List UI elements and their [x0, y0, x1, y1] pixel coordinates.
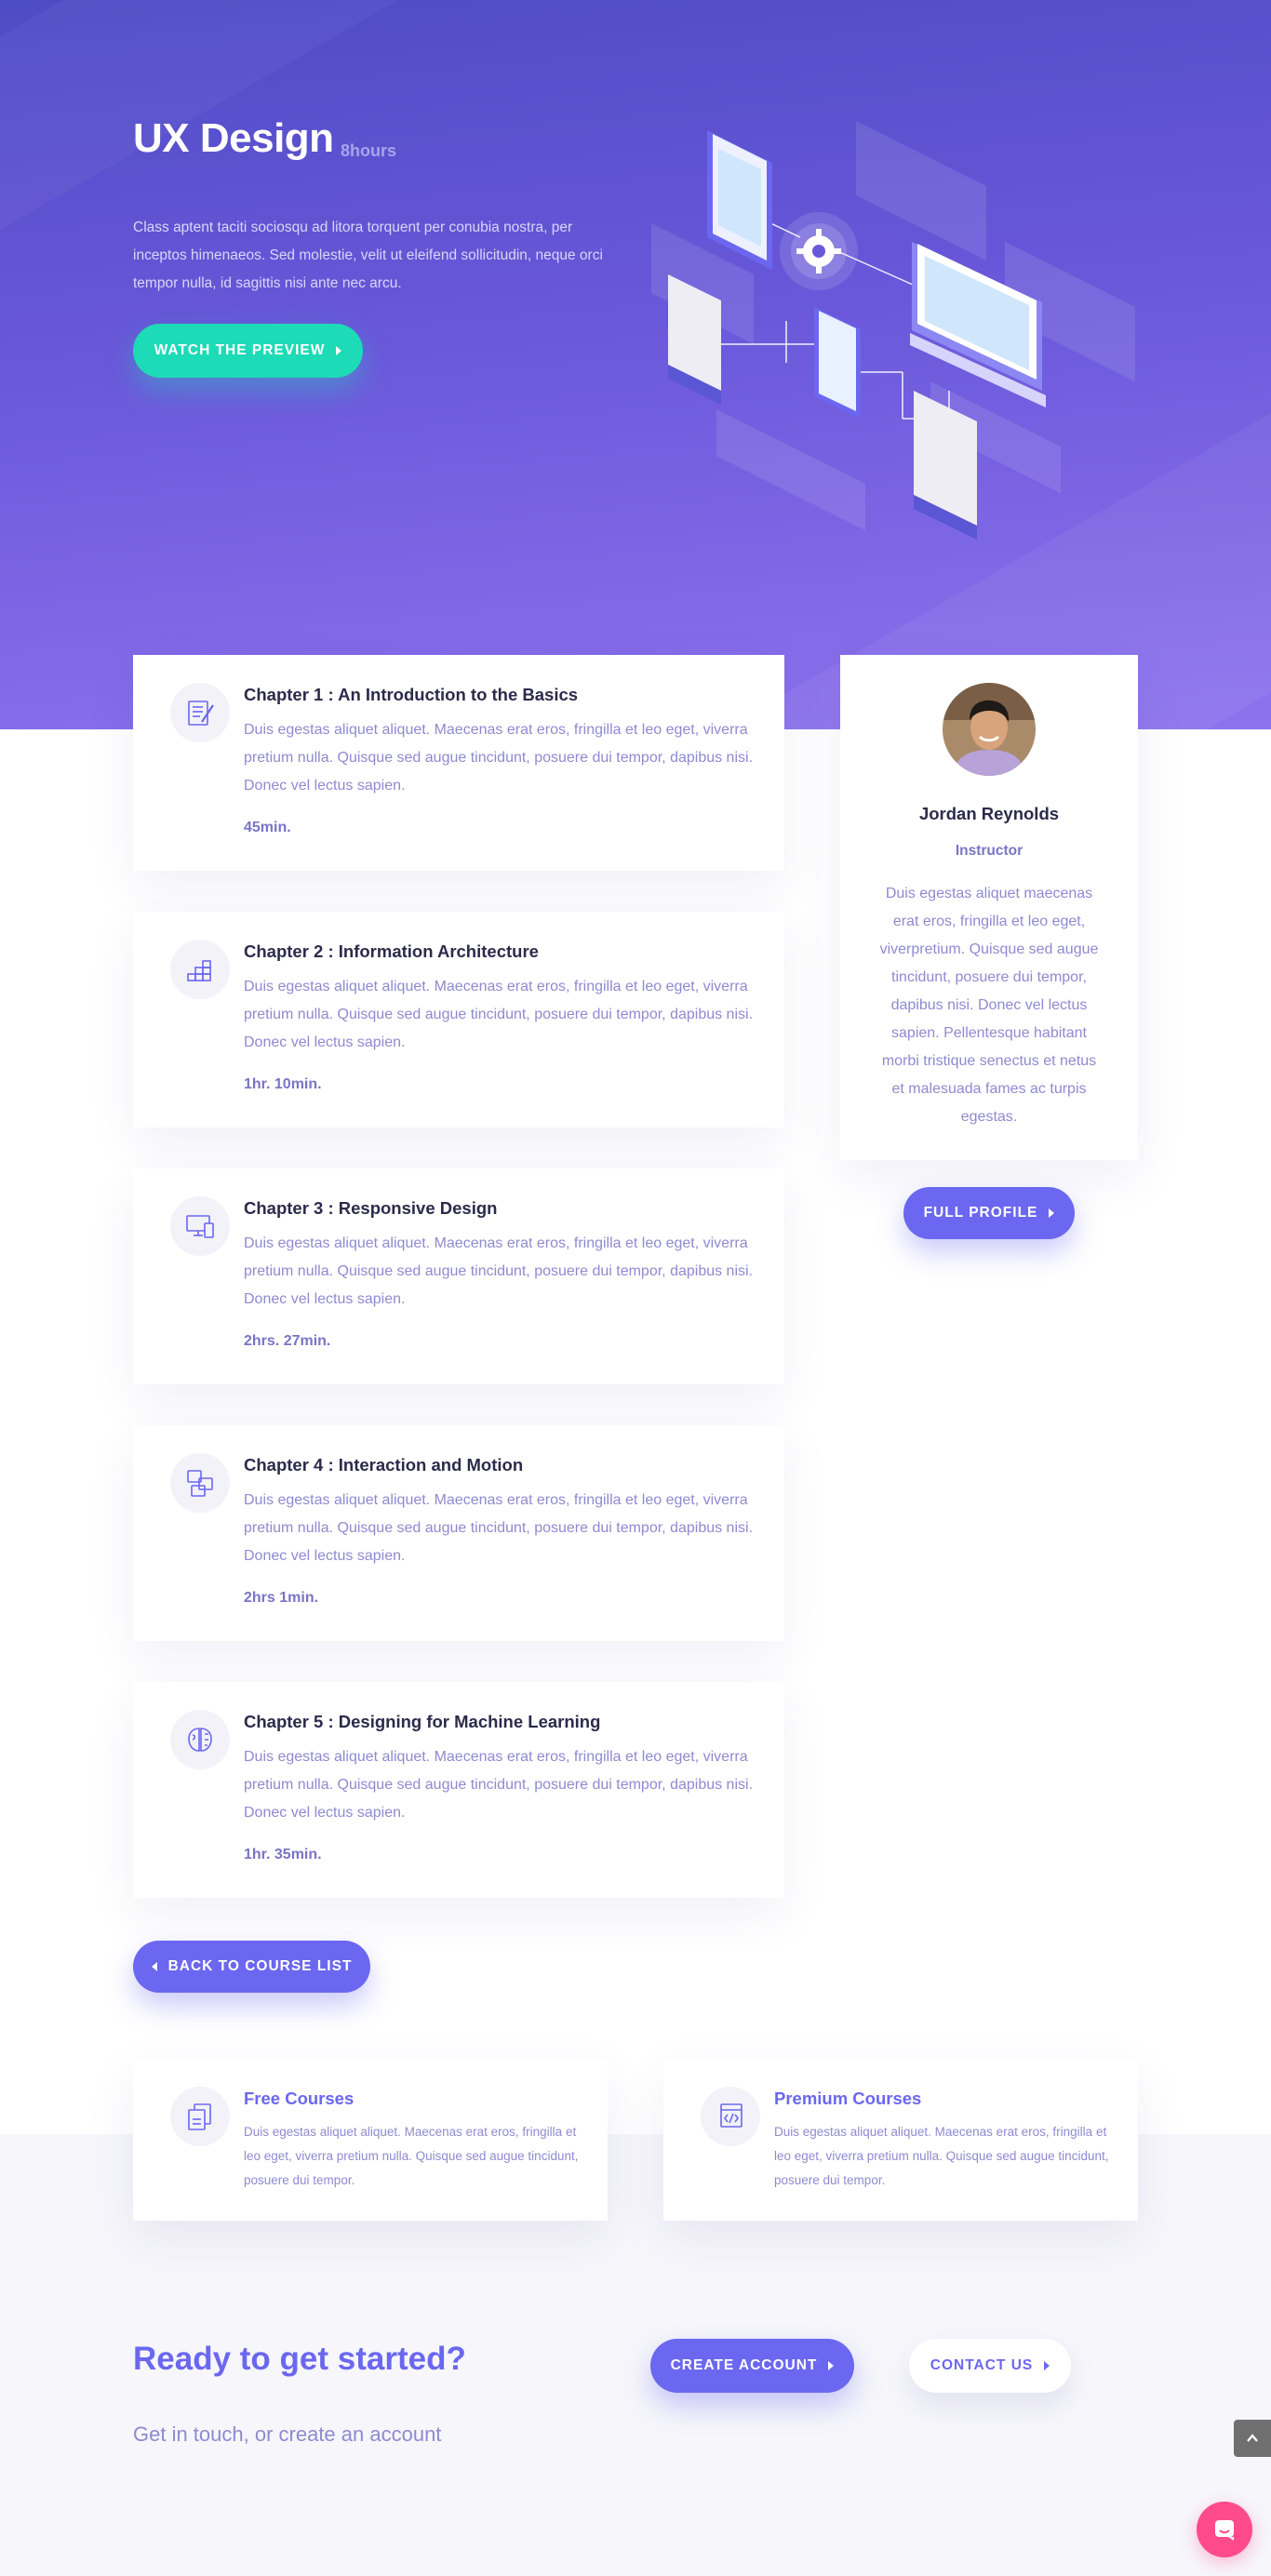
course-type-icon	[701, 2087, 760, 2146]
free-courses-card[interactable]: Free Courses Duis egestas aliquet alique…	[133, 2059, 608, 2221]
caret-right-icon	[1049, 1208, 1055, 1218]
brain-icon	[188, 1728, 212, 1752]
course-title: UX Design	[133, 115, 334, 161]
course-type-icon	[170, 2087, 230, 2146]
chapter-card[interactable]: Chapter 1 : An Introduction to the Basic…	[133, 655, 784, 871]
scroll-to-top-button[interactable]	[1234, 2420, 1271, 2457]
chapter-card[interactable]: Chapter 3 : Responsive Design Duis egest…	[133, 1168, 784, 1384]
chapter-description: Duis egestas aliquet aliquet. Maecenas e…	[244, 1492, 754, 1564]
chapter-duration: 2hrs 1min.	[244, 1590, 319, 1606]
chapter-description: Duis egestas aliquet aliquet. Maecenas e…	[244, 1749, 754, 1821]
back-to-course-list-label: Back to Course List	[167, 1958, 353, 1974]
instructor-name: Jordan Reynolds	[918, 804, 1060, 823]
course-hours: 8hours	[341, 141, 397, 160]
chapter-icon	[170, 1710, 230, 1769]
chapter-description: Duis egestas aliquet aliquet. Maecenas e…	[244, 979, 754, 1050]
course-description: Class aptent taciti sociosqu ad litora t…	[133, 220, 603, 291]
instructor-card: Jordan Reynolds Instructor Duis egestas …	[840, 655, 1138, 1160]
avatar	[943, 683, 1036, 776]
checklist-pencil-icon	[188, 701, 214, 726]
premium-courses-card[interactable]: Premium Courses Duis egestas aliquet ali…	[663, 2059, 1138, 2221]
caret-right-icon	[1044, 2361, 1050, 2370]
chapter-title: Chapter 5 : Designing for Machine Learni…	[244, 1712, 601, 1731]
instructor-photo	[943, 683, 1036, 776]
chapter-duration: 1hr. 10min.	[244, 1076, 322, 1092]
chapter-icon	[170, 940, 230, 999]
caret-right-icon	[828, 2361, 835, 2370]
course-type-title: Free Courses	[244, 2089, 355, 2108]
chapter-title: Chapter 3 : Responsive Design	[244, 1198, 498, 1218]
chapter-card[interactable]: Chapter 2 : Information Architecture Dui…	[133, 912, 784, 1128]
chat-icon	[1215, 2520, 1234, 2541]
full-profile-label: Full Profile	[923, 1205, 1038, 1221]
create-account-button[interactable]: Create Account	[650, 2339, 854, 2393]
chapter-title: Chapter 2 : Information Architecture	[244, 941, 539, 961]
instructor-role: Instructor	[955, 843, 1023, 859]
create-account-label: Create Account	[670, 2357, 818, 2373]
cta-subtitle: Get in touch, or create an account	[133, 2423, 442, 2446]
chapter-icon	[170, 1196, 230, 1256]
watch-preview-label: Watch the Preview	[154, 342, 326, 358]
cta-title: Ready to get started?	[133, 2341, 466, 2377]
blocks-stack-icon	[187, 960, 211, 981]
chat-launcher-button[interactable]	[1197, 2502, 1252, 2557]
contact-us-button[interactable]: Contact Us	[909, 2339, 1071, 2393]
back-to-course-list-button[interactable]: Back to Course List	[133, 1941, 370, 1993]
chapter-card[interactable]: Chapter 4 : Interaction and Motion Duis …	[133, 1425, 784, 1641]
course-type-title: Premium Courses	[774, 2089, 922, 2108]
documents-icon	[188, 2103, 211, 2130]
watch-preview-button[interactable]: Watch the Preview	[133, 324, 363, 378]
caret-right-icon	[336, 346, 342, 355]
code-window-icon	[720, 2103, 743, 2128]
devices-icon	[186, 1215, 214, 1238]
chapter-duration: 45min.	[244, 820, 291, 835]
chapter-title: Chapter 1 : An Introduction to the Basic…	[244, 685, 579, 704]
chapter-card[interactable]: Chapter 5 : Designing for Machine Learni…	[133, 1682, 784, 1898]
course-type-description: Duis egestas aliquet aliquet. Maecenas e…	[244, 2125, 579, 2187]
chapter-description: Duis egestas aliquet aliquet. Maecenas e…	[244, 1235, 754, 1307]
instructor-bio: Duis egestas aliquet maecenas erat eros,…	[879, 886, 1099, 1125]
caret-left-icon	[151, 1962, 157, 1971]
ux-design-illustration	[651, 121, 1135, 540]
chapter-title: Chapter 4 : Interaction and Motion	[244, 1455, 524, 1475]
contact-us-label: Contact Us	[930, 2357, 1034, 2373]
chapter-description: Duis egestas aliquet aliquet. Maecenas e…	[244, 722, 754, 794]
chapter-icon	[170, 1453, 230, 1513]
chapter-icon	[170, 683, 230, 742]
chapter-duration: 1hr. 35min.	[244, 1847, 322, 1862]
chevron-up-icon	[1247, 2434, 1258, 2442]
chapter-duration: 2hrs. 27min.	[244, 1333, 331, 1349]
full-profile-button[interactable]: Full Profile	[903, 1187, 1075, 1239]
interaction-icon	[187, 1470, 213, 1497]
course-type-description: Duis egestas aliquet aliquet. Maecenas e…	[774, 2125, 1109, 2187]
